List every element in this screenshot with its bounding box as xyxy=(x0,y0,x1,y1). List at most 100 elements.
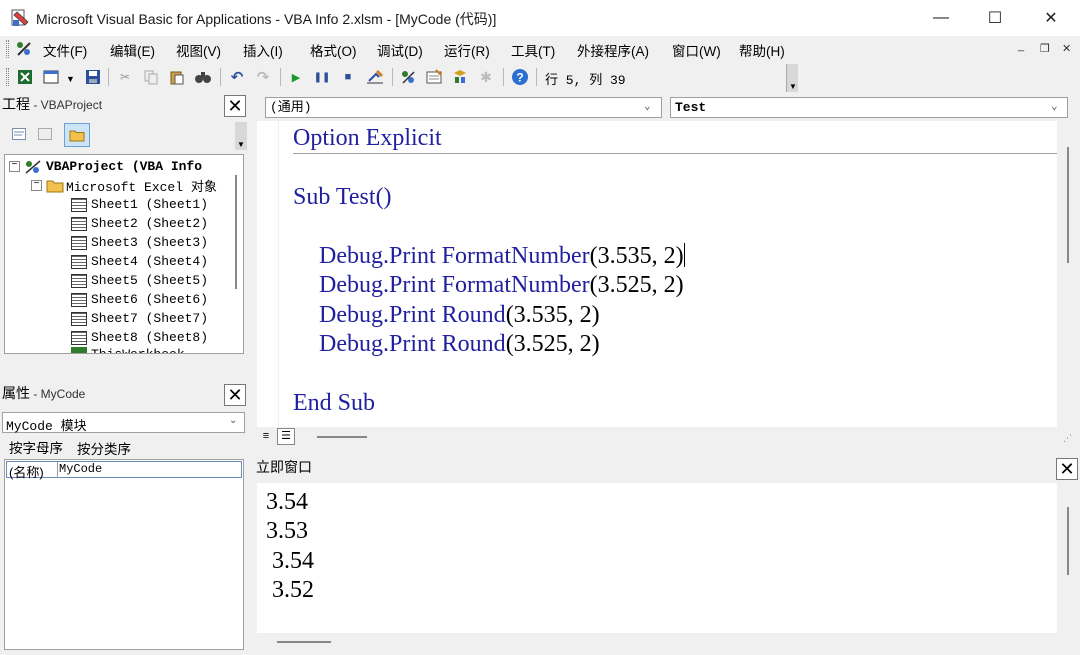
mdi-close-button[interactable]: ✕ xyxy=(1062,42,1071,55)
reset-icon[interactable]: ■ xyxy=(339,68,357,86)
menu-format[interactable]: 格式(O) xyxy=(310,40,357,60)
properties-object-label: MyCode 模块 xyxy=(6,419,87,434)
insert-userform-icon[interactable] xyxy=(42,68,60,86)
vbaproject-icon xyxy=(25,159,41,174)
project-close-button[interactable]: ✕ xyxy=(224,95,246,117)
maximize-button[interactable]: ☐ xyxy=(972,0,1018,36)
mdi-restore-button[interactable]: ❐ xyxy=(1040,42,1050,55)
view-code-icon[interactable] xyxy=(10,126,28,142)
worksheet-icon xyxy=(71,197,87,212)
menu-run[interactable]: 运行(R) xyxy=(444,40,490,60)
tree-sheet-item[interactable]: Sheet3 (Sheet3) xyxy=(71,233,208,252)
properties-object-select[interactable]: MyCode 模块 ⌄ xyxy=(2,412,245,434)
properties-panel-title: 属性 xyxy=(2,385,30,401)
property-name-value[interactable]: MyCode xyxy=(59,462,102,476)
toolbar-separator xyxy=(503,68,504,86)
mdi-minimize-button[interactable]: _ xyxy=(1018,40,1024,52)
code-scroll-thumb[interactable] xyxy=(1067,147,1069,263)
code-editor[interactable]: Option Explicit Sub Test() Debug.Print F… xyxy=(257,121,1057,427)
tree-workbook-item[interactable]: ThisWorkbook xyxy=(71,347,185,353)
worksheet-icon xyxy=(71,216,87,231)
immediate-scroll-thumb[interactable] xyxy=(1067,507,1069,575)
project-panel-subtitle: VBAProject xyxy=(40,98,103,112)
insert-dropdown-icon[interactable]: ▼ xyxy=(66,74,75,84)
toggle-folders-icon[interactable] xyxy=(64,123,90,147)
tab-categorized[interactable]: 按分类序 xyxy=(77,438,131,458)
menu-tools[interactable]: 工具(T) xyxy=(511,40,555,60)
break-icon[interactable]: ❚❚ xyxy=(313,68,331,86)
immediate-close-button[interactable]: ✕ xyxy=(1056,458,1078,480)
project-toolbar-overflow[interactable]: ▼ xyxy=(235,122,247,150)
minimize-button[interactable]: — xyxy=(918,0,964,36)
tree-root[interactable]: − VBAProject (VBA Info xyxy=(9,157,202,176)
project-tree[interactable]: − VBAProject (VBA Info − Microsoft Excel… xyxy=(4,154,244,354)
chevron-down-icon[interactable]: ⌄ xyxy=(644,98,651,117)
save-icon[interactable] xyxy=(84,68,102,86)
chevron-down-icon[interactable]: ⌄ xyxy=(1051,98,1058,117)
tree-scroll-thumb[interactable] xyxy=(235,175,237,289)
tree-sheet-item[interactable]: Sheet1 (Sheet1) xyxy=(71,195,208,214)
design-mode-icon[interactable] xyxy=(366,68,384,86)
property-row-name[interactable]: (名称) MyCode xyxy=(6,461,242,480)
object-combo[interactable]: (通用) ⌄ xyxy=(265,97,662,118)
object-browser-icon[interactable] xyxy=(451,68,469,86)
margin-indicator-bar[interactable] xyxy=(257,121,279,427)
immediate-vertical-scrollbar[interactable] xyxy=(1058,483,1078,633)
redo-icon[interactable]: ↷ xyxy=(254,68,272,86)
toolbar-grip[interactable] xyxy=(6,68,9,86)
paste-icon[interactable] xyxy=(168,68,186,86)
tree-sheet-item[interactable]: Sheet6 (Sheet6) xyxy=(71,290,208,309)
tree-sheet-item[interactable]: Sheet4 (Sheet4) xyxy=(71,252,208,271)
code-line-endsub: End Sub xyxy=(293,390,376,416)
procedure-view-icon[interactable]: ≡ xyxy=(259,430,273,443)
code-vertical-scrollbar[interactable] xyxy=(1058,121,1078,427)
full-module-view-icon[interactable]: ☰ xyxy=(277,428,295,445)
close-button[interactable]: ✕ xyxy=(1028,0,1074,36)
menu-edit[interactable]: 编辑(E) xyxy=(110,40,155,60)
menu-insert[interactable]: 插入(I) xyxy=(243,40,283,60)
svg-text:?: ? xyxy=(516,71,523,85)
tree-sheet-item[interactable]: Sheet2 (Sheet2) xyxy=(71,214,208,233)
procedure-combo[interactable]: Test ⌄ xyxy=(670,97,1068,118)
vba-menu-icon[interactable] xyxy=(14,39,34,59)
undo-icon[interactable]: ↶ xyxy=(228,68,246,86)
vba-app-icon xyxy=(11,9,29,26)
immediate-output[interactable]: 3.54 3.53 3.54 3.52 xyxy=(257,483,1057,633)
immediate-line: 3.53 xyxy=(266,518,308,544)
tab-alphabetic[interactable]: 按字母序 xyxy=(9,437,63,457)
tree-folder[interactable]: − Microsoft Excel 对象 xyxy=(31,176,217,195)
menu-window[interactable]: 窗口(W) xyxy=(672,40,721,60)
code-hscroll-thumb[interactable] xyxy=(317,436,367,438)
toolbox-icon[interactable]: ✱ xyxy=(477,68,495,86)
properties-close-button[interactable]: ✕ xyxy=(224,384,246,406)
tree-sheet-item[interactable]: Sheet8 (Sheet8) xyxy=(71,328,208,347)
tree-sheet-item[interactable]: Sheet7 (Sheet7) xyxy=(71,309,208,328)
menu-view[interactable]: 视图(V) xyxy=(176,40,221,60)
view-excel-icon[interactable] xyxy=(16,68,34,86)
cut-icon[interactable]: ✂ xyxy=(116,68,134,86)
find-icon[interactable] xyxy=(194,68,212,86)
tree-sheet-label: Sheet2 (Sheet2) xyxy=(91,216,209,231)
menu-help[interactable]: 帮助(H) xyxy=(739,40,785,60)
properties-window-icon[interactable] xyxy=(425,68,443,86)
menu-file[interactable]: 文件(F) xyxy=(43,40,87,60)
tree-sheet-label: Sheet8 (Sheet8) xyxy=(91,330,209,345)
menu-debug[interactable]: 调试(D) xyxy=(377,40,423,60)
tree-sheet-item[interactable]: Sheet5 (Sheet5) xyxy=(71,271,208,290)
procedure-combo-value: Test xyxy=(675,100,707,115)
copy-icon[interactable] xyxy=(142,68,160,86)
help-icon[interactable]: ? xyxy=(511,68,529,86)
collapse-icon[interactable]: − xyxy=(9,161,20,172)
immediate-hscroll-thumb[interactable] xyxy=(277,641,331,643)
collapse-icon[interactable]: − xyxy=(31,180,42,191)
project-explorer-icon[interactable] xyxy=(399,68,417,86)
code-line-option: Option Explicit xyxy=(293,125,442,151)
view-object-icon[interactable] xyxy=(36,126,54,142)
run-icon[interactable]: ▶ xyxy=(287,68,305,86)
toolbar-overflow[interactable]: ▼ xyxy=(786,64,798,92)
resize-grip-icon[interactable]: ⋰ xyxy=(1063,433,1072,444)
chevron-down-icon[interactable]: ⌄ xyxy=(229,415,237,426)
immediate-line: 3.52 xyxy=(266,577,314,603)
menu-addins[interactable]: 外接程序(A) xyxy=(577,40,649,60)
menubar-grip[interactable] xyxy=(6,40,9,58)
